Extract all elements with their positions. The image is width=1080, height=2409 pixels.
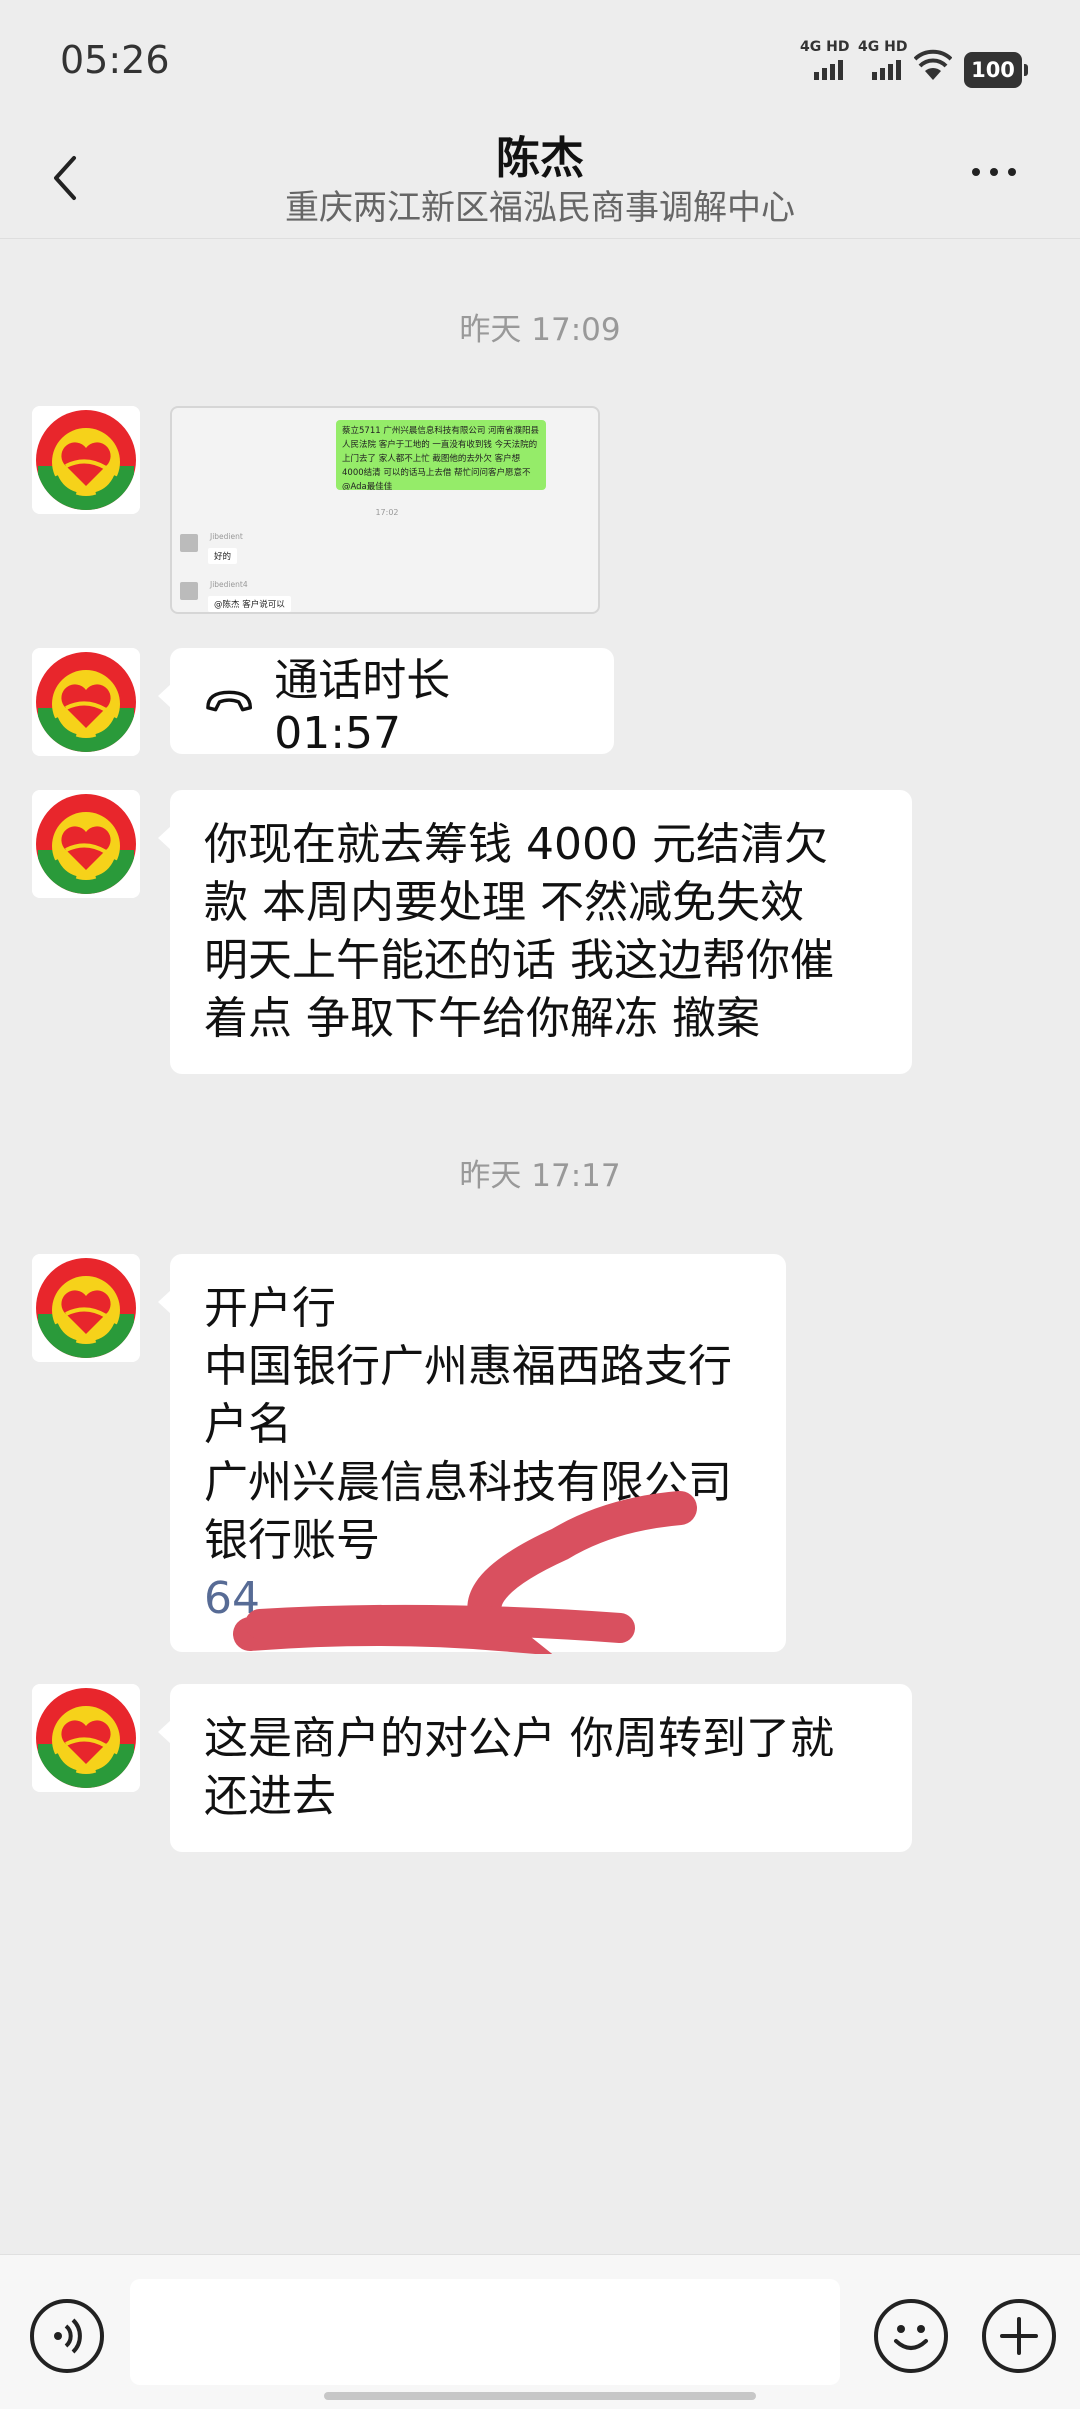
phone-hangup-icon	[206, 690, 253, 712]
chat-subtitle: 重庆两江新区福泓民商事调解中心	[285, 188, 795, 228]
text-message-bubble[interactable]: 这是商户的对公户 你周转到了就 还进去	[158, 1684, 912, 1852]
home-indicator[interactable]	[324, 2392, 756, 2400]
screenshot-reply: 好的	[208, 548, 238, 564]
voice-input-button[interactable]	[30, 2299, 104, 2373]
message-input-bar	[0, 2254, 1080, 2409]
redaction-scribble	[233, 1491, 697, 1654]
screenshot-avatar	[180, 534, 198, 552]
mediation-logo-icon	[32, 406, 140, 514]
message-timestamp: 昨天 17:09	[459, 312, 621, 348]
signal-icon-1	[814, 60, 843, 80]
account-name-label: 户名	[204, 1399, 292, 1450]
status-bar: 05:26 4G HD 4G HD 100	[0, 0, 1080, 120]
bank-name: 中国银行广州惠福西路支行	[204, 1341, 732, 1392]
network-label-1: 4G HD	[800, 39, 850, 55]
bank-label: 开户行	[204, 1283, 336, 1334]
screenshot-reply: @陈杰 客户说可以	[208, 596, 291, 612]
screenshot-user-name: Jibedient	[210, 532, 243, 541]
emoji-button[interactable]	[874, 2299, 948, 2373]
text-message-bubble[interactable]: 你现在就去筹钱 4000 元结清欠 款 本周内要处理 不然减免失效 明天上午能还…	[158, 790, 912, 1074]
chat-title: 陈杰	[496, 133, 584, 184]
mediation-logo-icon	[32, 648, 140, 756]
message-timestamp: 昨天 17:17	[459, 1158, 621, 1194]
status-time: 05:26	[60, 38, 170, 82]
mediation-logo-icon	[32, 1254, 140, 1362]
message-line: 你现在就去筹钱 4000 元结清欠	[204, 819, 828, 870]
call-duration-label: 通话时长 01:57	[274, 654, 451, 759]
screenshot-user-name: Jibedient4	[210, 580, 248, 589]
mediation-logo-icon	[32, 1684, 140, 1792]
message-input[interactable]	[130, 2279, 840, 2385]
plus-icon	[1000, 2317, 1038, 2355]
network-label-2: 4G HD	[858, 39, 908, 55]
avatar[interactable]	[32, 1254, 140, 1362]
shared-screenshot-image[interactable]: 蔡立5711 广州兴晨信息科技有限公司 河南省濮阳县人民法院 客户于工地的 一直…	[170, 406, 600, 614]
wifi-icon	[914, 49, 952, 80]
avatar[interactable]	[32, 1684, 140, 1792]
avatar[interactable]	[32, 790, 140, 898]
chat-header: 陈杰 重庆两江新区福泓民商事调解中心	[0, 120, 1080, 239]
bank-account-message-bubble[interactable]: 开户行 中国银行广州惠福西路支行 户名 广州兴晨信息科技有限公司 银行账号 64	[158, 1254, 786, 1654]
signal-icon-2	[872, 60, 901, 80]
avatar[interactable]	[32, 406, 140, 514]
screenshot-avatar	[180, 582, 198, 600]
screenshot-message-text: 蔡立5711 广州兴晨信息科技有限公司 河南省濮阳县人民法院 客户于工地的 一直…	[336, 420, 546, 490]
emoji-icon	[894, 2325, 928, 2350]
mediation-logo-icon	[32, 790, 140, 898]
battery-icon: 100	[964, 52, 1028, 88]
message-line: 明天上午能还的话 我这边帮你催	[204, 935, 834, 986]
more-actions-button[interactable]	[982, 2299, 1056, 2373]
message-line: 这是商户的对公户 你周转到了就	[204, 1713, 834, 1764]
screenshot-time: 17:02	[375, 508, 399, 517]
voice-icon	[54, 2318, 82, 2354]
avatar[interactable]	[32, 648, 140, 756]
message-line: 款 本周内要处理 不然减免失效	[204, 877, 804, 928]
call-record-bubble[interactable]: 通话时长 01:57	[158, 648, 614, 759]
message-line: 着点 争取下午给你解冻 撤案	[204, 993, 760, 1044]
message-line: 还进去	[204, 1771, 336, 1822]
more-options-icon[interactable]	[972, 168, 1016, 176]
